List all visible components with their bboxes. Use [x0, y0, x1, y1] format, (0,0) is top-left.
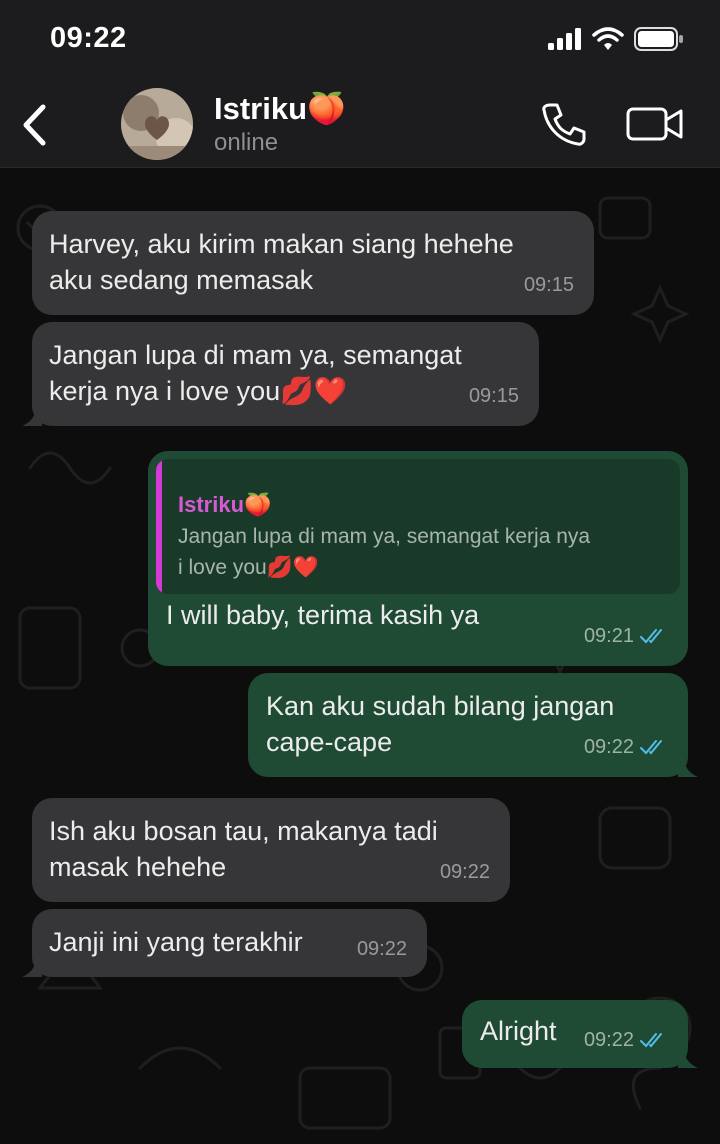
bubble-tail — [678, 757, 698, 777]
message-time: 09:21 — [583, 625, 634, 647]
quoted-message[interactable]: Istriku🍑 Jangan lupa di mam ya, semangat… — [156, 459, 680, 594]
wifi-icon — [592, 27, 624, 50]
message-bubble[interactable]: Janji ini yang terakhir 09:22 — [22, 909, 427, 977]
quoted-text: Jangan lupa di mam ya, semangat kerja ny… — [178, 525, 591, 579]
message-bubble[interactable]: Kan aku sudah bilang jangan cape-cape 09… — [248, 673, 698, 777]
message-bubble[interactable]: Ish aku bosan tau, makanya tadi masak he… — [32, 798, 510, 902]
message-text: masak hehehe — [49, 852, 227, 882]
signal-icon — [548, 28, 581, 50]
message-meta: 09:22 — [440, 854, 490, 890]
double-check-icon — [640, 740, 662, 755]
status-icons — [548, 27, 684, 51]
message-time: 09:22 — [439, 861, 490, 883]
message-text: cape-cape — [266, 727, 393, 757]
double-check-icon — [640, 629, 662, 644]
message-bubble[interactable]: Alright 09:22 — [462, 1000, 698, 1068]
message-meta: 09:22 — [584, 1022, 668, 1058]
message-meta: 09:22 — [357, 931, 407, 967]
back-button[interactable] — [14, 98, 54, 152]
quoted-sender: Istriku🍑 — [178, 492, 272, 517]
chevron-left-icon — [23, 104, 46, 146]
message-text: I will baby, terima kasih ya — [166, 600, 480, 630]
message-bubble[interactable]: Harvey, aku kirim makan siang hehehe aku… — [32, 211, 594, 315]
voice-call-button[interactable] — [540, 100, 588, 148]
message-time: 09:15 — [468, 385, 519, 407]
battery-icon — [634, 27, 683, 51]
video-camera-icon — [626, 107, 683, 141]
message-text: Harvey, aku kirim makan siang hehehe — [49, 229, 514, 259]
quote-accent-bar — [156, 459, 162, 594]
message-text: Kan aku sudah bilang jangan — [266, 691, 615, 721]
message-bubble[interactable]: Jangan lupa di mam ya, semangat kerja ny… — [22, 322, 539, 426]
message-text: Jangan lupa di mam ya, semangat — [49, 340, 462, 370]
double-check-icon — [640, 1033, 662, 1048]
message-text: Ish aku bosan tau, makanya tadi — [49, 816, 438, 846]
message-meta: 09:21 — [584, 618, 668, 654]
status-time: 09:22 — [50, 22, 127, 54]
message-text: Janji ini yang terakhir — [49, 927, 303, 957]
avatar[interactable] — [121, 88, 193, 160]
message-text: aku sedang memasak — [49, 265, 314, 295]
chat-header: 09:22 Istriku🍑 online — [0, 0, 720, 168]
message-bubble-reply[interactable]: Istriku🍑 Jangan lupa di mam ya, semangat… — [148, 451, 688, 666]
message-time: 09:22 — [356, 938, 407, 960]
video-call-button[interactable] — [626, 104, 684, 144]
message-time: 09:22 — [583, 1029, 634, 1051]
contact-name[interactable]: Istriku🍑 — [214, 90, 346, 127]
bubble-tail — [22, 957, 42, 977]
chat-area[interactable]: Harvey, aku kirim makan siang hehehe aku… — [0, 168, 720, 1144]
message-meta: 09:15 — [524, 267, 574, 303]
phone-icon — [542, 103, 586, 146]
message-text: kerja nya i love you💋❤️ — [49, 376, 348, 406]
message-meta: 09:22 — [584, 729, 668, 765]
message-meta: 09:15 — [469, 378, 519, 414]
contact-status: online — [214, 129, 279, 156]
message-text: Alright — [480, 1016, 557, 1046]
bubble-tail — [22, 406, 42, 426]
bubble-tail — [678, 1048, 698, 1068]
message-time: 09:22 — [583, 736, 634, 758]
message-time: 09:15 — [523, 274, 574, 296]
